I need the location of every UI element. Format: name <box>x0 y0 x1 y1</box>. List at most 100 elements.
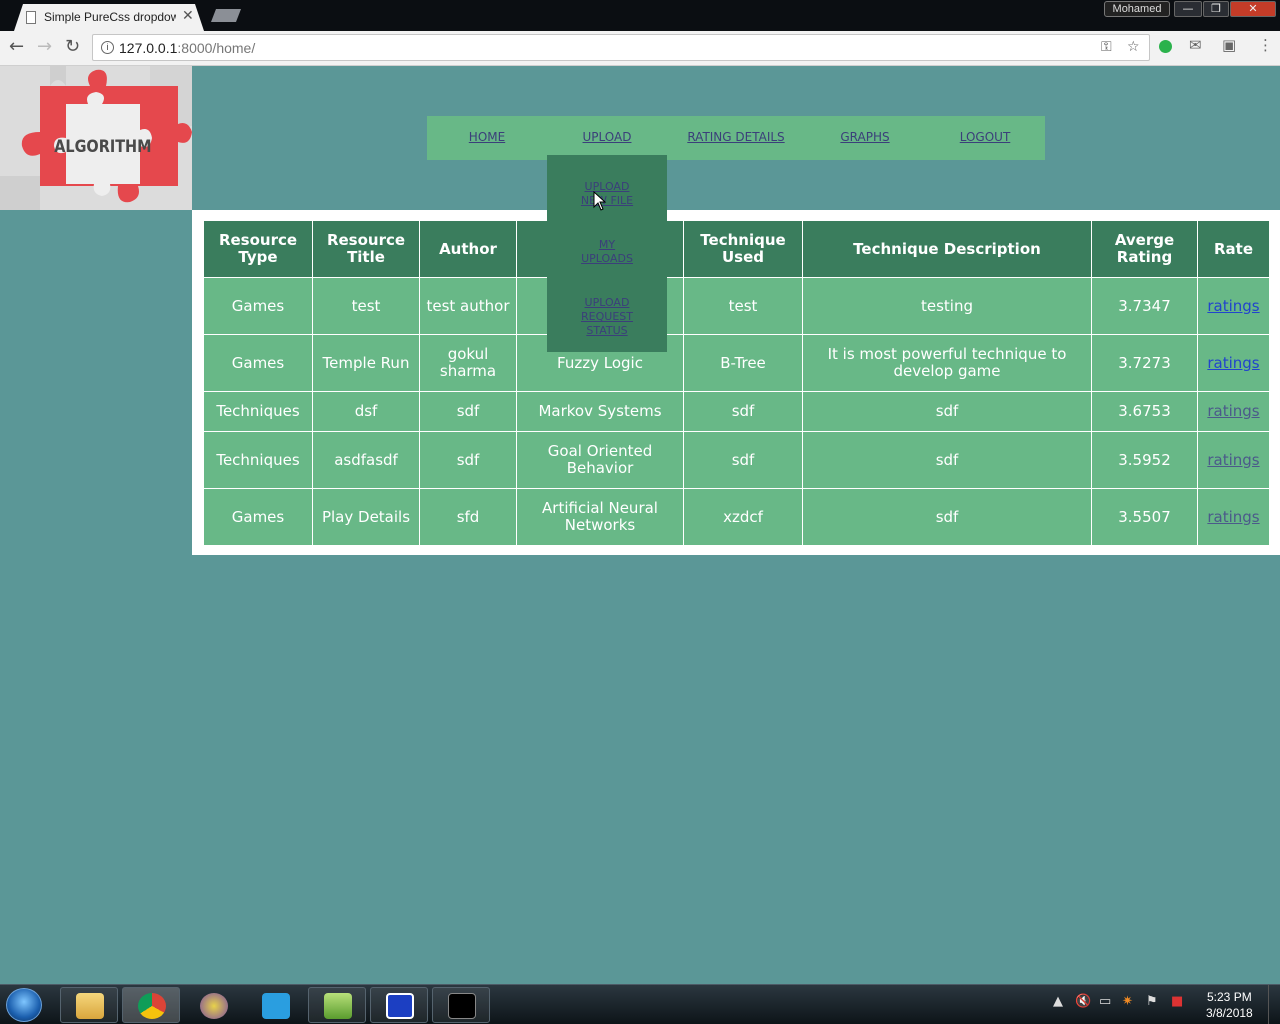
header-average-rating: Averge Rating <box>1091 220 1198 278</box>
browser-tab[interactable]: Simple PureCss dropdown ✕ <box>14 4 204 31</box>
cell-title: Temple Run <box>312 334 420 392</box>
show-desktop-button[interactable] <box>1268 985 1280 1024</box>
window-close-button[interactable]: ✕ <box>1230 1 1276 17</box>
new-tab-button[interactable] <box>211 9 241 22</box>
taskbar-virtualbox[interactable] <box>370 987 428 1023</box>
cell-rating: 3.7273 <box>1091 334 1198 392</box>
table-row: Games test test author test testing 3.73… <box>203 277 1270 335</box>
cell-technique: xzdcf <box>683 488 803 546</box>
dropdown-upload-new-file[interactable]: UPLOAD NEW FILE <box>547 180 667 208</box>
cell-type: Techniques <box>203 391 313 432</box>
mail-icon[interactable]: ✉ <box>1189 36 1202 54</box>
dropdown-my-uploads[interactable]: MY UPLOADS <box>547 238 667 266</box>
cell-author: gokul sharma <box>419 334 517 392</box>
firefox-tray-icon[interactable]: ✷ <box>1122 994 1133 1009</box>
tray-expand-icon[interactable]: ▲ <box>1053 994 1063 1009</box>
cell-author: sdf <box>419 391 517 432</box>
dropdown-upload-request-status[interactable]: UPLOAD REQUEST STATUS <box>547 296 667 338</box>
action-center-flag-icon[interactable]: ⚑ <box>1146 994 1158 1009</box>
cell-technique: sdf <box>683 431 803 489</box>
cell-technique: test <box>683 277 803 335</box>
cell-rate: ratings <box>1197 277 1270 335</box>
chrome-menu-icon[interactable]: ⋮ <box>1258 36 1273 54</box>
cell-rate: ratings <box>1197 488 1270 546</box>
extension-lock-icon[interactable]: ▣ <box>1222 36 1236 54</box>
main-nav-menu: HOME UPLOAD RATING DETAILS GRAPHS LOGOUT <box>427 116 1045 160</box>
clock-date[interactable]: 3/8/2018 <box>1206 1006 1253 1020</box>
tab-title: Simple PureCss dropdown <box>44 10 176 24</box>
nav-graphs[interactable]: GRAPHS <box>830 130 900 144</box>
virtualbox-icon <box>386 993 414 1019</box>
cell-title: Play Details <box>312 488 420 546</box>
algorithm-logo: ALGORITHM <box>0 66 192 210</box>
browser-toolbar: ← → ↻ i 127.0.0.1:8000/home/ ⚿ ☆ ✉ ▣ ⋮ <box>0 31 1280 66</box>
header-author: Author <box>419 220 517 278</box>
resources-panel: Resource Type Resource Title Author Tech… <box>192 210 1280 555</box>
minimize-button[interactable]: — <box>1174 1 1202 17</box>
cell-type: Games <box>203 488 313 546</box>
nav-rating-details[interactable]: RATING DETAILS <box>681 130 791 144</box>
extension-green-icon[interactable] <box>1159 40 1172 53</box>
security-tray-icon[interactable]: ■ <box>1171 994 1183 1009</box>
taskbar-eclipse[interactable] <box>184 987 242 1023</box>
cell-algorithm: Goal Oriented Behavior <box>516 431 684 489</box>
ratings-link[interactable]: ratings <box>1207 354 1259 372</box>
taskbar-cmd[interactable] <box>432 987 490 1023</box>
reload-icon[interactable]: ↻ <box>65 38 80 56</box>
browser-title-bar: Simple PureCss dropdown ✕ Mohamed — ❐ ✕ <box>0 0 1280 31</box>
header-technique-used: Technique Used <box>683 220 803 278</box>
clock-time[interactable]: 5:23 PM <box>1207 990 1252 1004</box>
nav-logout[interactable]: LOGOUT <box>950 130 1020 144</box>
cell-title: dsf <box>312 391 420 432</box>
cell-author: sdf <box>419 431 517 489</box>
url-host: 127.0.0.1 <box>119 40 178 56</box>
cell-technique: B-Tree <box>683 334 803 392</box>
cell-type: Games <box>203 277 313 335</box>
ratings-link[interactable]: ratings <box>1207 402 1259 420</box>
cell-description: sdf <box>802 488 1092 546</box>
maximize-button[interactable]: ❐ <box>1203 1 1229 17</box>
volume-muted-icon[interactable]: 🔇 <box>1075 994 1091 1009</box>
taskbar-explorer[interactable] <box>60 987 118 1023</box>
taskbar-chrome[interactable] <box>122 987 180 1023</box>
nav-home[interactable]: HOME <box>457 130 517 144</box>
back-arrow-icon[interactable]: ← <box>9 38 24 56</box>
mouse-cursor-icon <box>593 191 607 211</box>
cell-description: sdf <box>802 391 1092 432</box>
cell-algorithm: Artificial Neural Networks <box>516 488 684 546</box>
cell-rating: 3.5952 <box>1091 431 1198 489</box>
taskbar-app-blue[interactable] <box>246 987 304 1023</box>
cell-title: asdfasdf <box>312 431 420 489</box>
network-icon[interactable]: ▭ <box>1099 994 1111 1009</box>
forward-arrow-icon[interactable]: → <box>37 38 52 56</box>
nav-upload[interactable]: UPLOAD <box>577 130 637 144</box>
notepad-plus-icon <box>324 993 352 1019</box>
chrome-icon <box>138 993 166 1019</box>
key-icon[interactable]: ⚿ <box>1101 39 1112 55</box>
cell-type: Techniques <box>203 431 313 489</box>
resources-table: Resource Type Resource Title Author Tech… <box>203 220 1270 546</box>
cell-description: testing <box>802 277 1092 335</box>
cell-description: sdf <box>802 431 1092 489</box>
app-blue-icon <box>262 993 290 1019</box>
cell-rating: 3.5507 <box>1091 488 1198 546</box>
cell-title: test <box>312 277 420 335</box>
ratings-link[interactable]: ratings <box>1207 451 1259 469</box>
cell-rate: ratings <box>1197 431 1270 489</box>
star-icon[interactable]: ☆ <box>1127 39 1140 55</box>
cell-type: Games <box>203 334 313 392</box>
header-resource-type: Resource Type <box>203 220 313 278</box>
profile-button[interactable]: Mohamed <box>1104 1 1170 17</box>
ratings-link[interactable]: ratings <box>1207 508 1259 526</box>
tab-close-icon[interactable]: ✕ <box>182 8 194 24</box>
address-bar[interactable]: i 127.0.0.1:8000/home/ ⚿ ☆ <box>92 34 1150 61</box>
cell-author: sfd <box>419 488 517 546</box>
cell-rating: 3.6753 <box>1091 391 1198 432</box>
cell-rate: ratings <box>1197 391 1270 432</box>
info-icon[interactable]: i <box>101 41 114 54</box>
ratings-link[interactable]: ratings <box>1207 297 1259 315</box>
url-text[interactable]: 127.0.0.1:8000/home/ <box>119 40 255 56</box>
start-button[interactable] <box>6 988 42 1022</box>
taskbar-notepad-plus[interactable] <box>308 987 366 1023</box>
document-icon <box>26 11 36 24</box>
